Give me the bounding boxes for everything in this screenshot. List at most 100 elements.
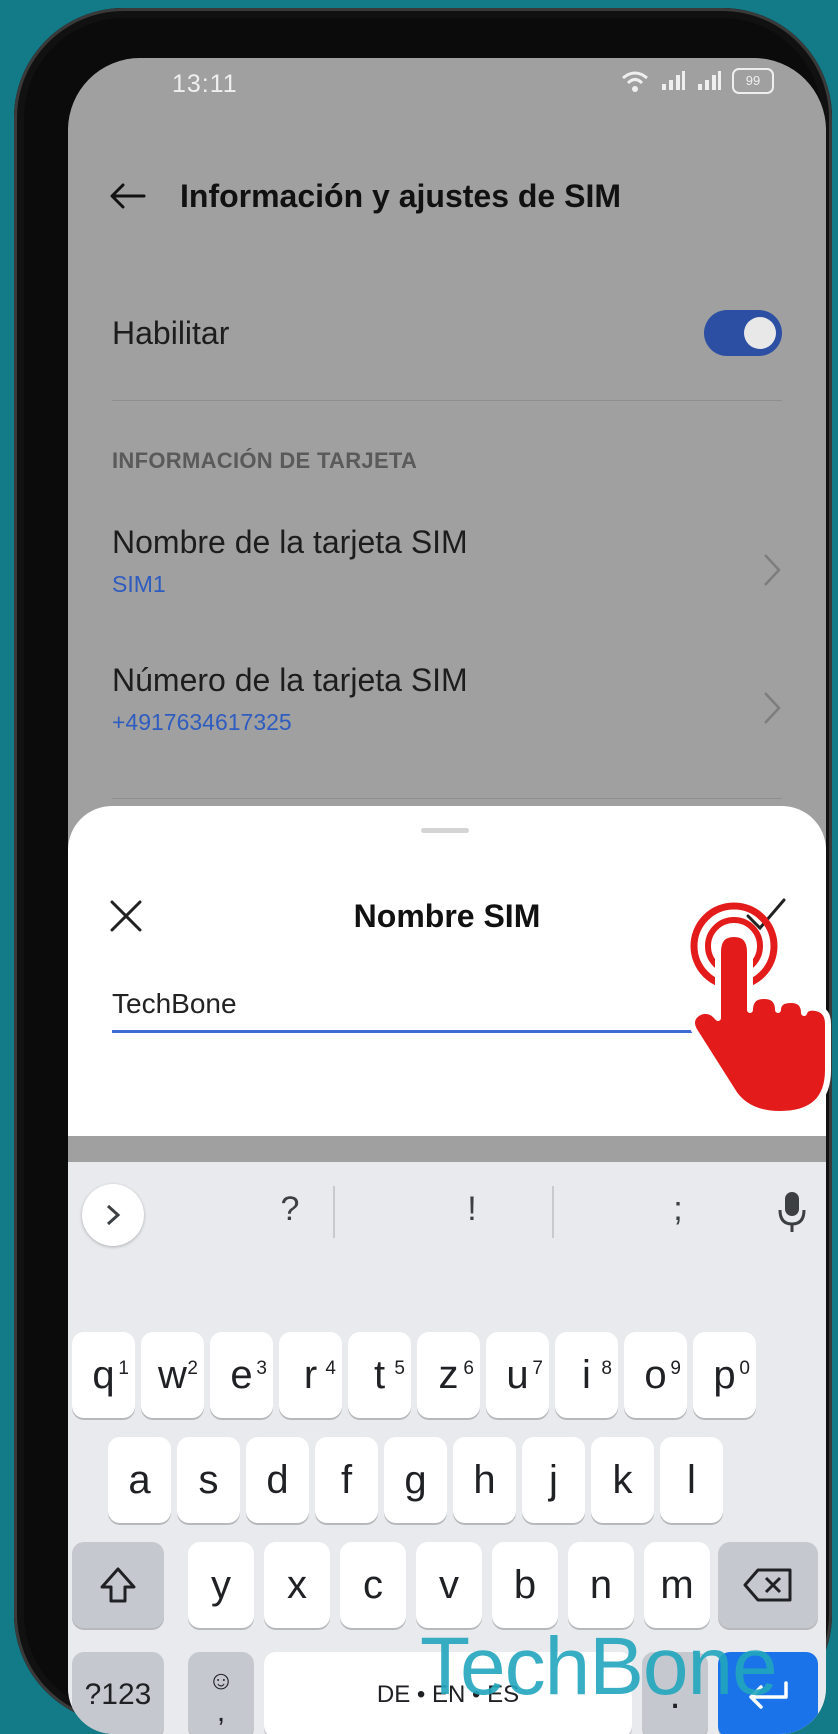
emoji-icon: ☺ xyxy=(207,1665,235,1695)
key-label: d xyxy=(266,1458,289,1502)
key-v[interactable]: v xyxy=(416,1542,482,1628)
key-label: x xyxy=(287,1563,307,1607)
key-hint: 5 xyxy=(394,1358,405,1379)
status-icons: 99 xyxy=(620,68,774,94)
suggestion-divider xyxy=(552,1186,554,1238)
key-y[interactable]: y xyxy=(188,1542,254,1628)
suggestion-bar: ? ! ; xyxy=(68,1162,826,1262)
key-label: g xyxy=(404,1458,427,1502)
suggestion-3[interactable]: ; xyxy=(648,1190,708,1229)
sim-number-value: +4917634617325 xyxy=(112,709,292,735)
key-hint: 8 xyxy=(601,1358,612,1379)
backspace-key[interactable] xyxy=(718,1542,818,1628)
key-d[interactable]: d xyxy=(246,1437,309,1523)
key-label: b xyxy=(513,1563,537,1607)
emoji-comma-key[interactable]: ☺ , xyxy=(188,1652,254,1734)
shift-icon xyxy=(100,1567,136,1603)
key-hint: 6 xyxy=(463,1358,474,1379)
key-g[interactable]: g xyxy=(384,1437,447,1523)
sim-name-value: SIM1 xyxy=(112,571,166,597)
key-label: e xyxy=(230,1353,253,1397)
key-label: n xyxy=(589,1563,613,1607)
key-label: w xyxy=(158,1353,187,1397)
microphone-icon[interactable] xyxy=(776,1190,808,1234)
key-label: v xyxy=(439,1563,459,1607)
key-b[interactable]: b xyxy=(492,1542,558,1628)
key-label: i xyxy=(582,1353,591,1397)
key-label: f xyxy=(340,1458,353,1502)
key-a[interactable]: a xyxy=(108,1437,171,1523)
sim-name-title: Nombre de la tarjeta SIM xyxy=(112,524,468,560)
chevron-right-icon xyxy=(764,554,781,586)
comma-label: , xyxy=(216,1695,226,1728)
sim-number-item[interactable]: Número de la tarjeta SIM +4917634617325 xyxy=(112,662,782,772)
key-label: u xyxy=(506,1353,529,1397)
key-l[interactable]: l xyxy=(660,1437,723,1523)
suggestion-1[interactable]: ? xyxy=(260,1190,320,1229)
key-o[interactable]: o9 xyxy=(624,1332,687,1418)
divider xyxy=(112,400,782,401)
key-u[interactable]: u7 xyxy=(486,1332,549,1418)
expand-button[interactable] xyxy=(82,1184,144,1246)
page-title: Información y ajustes de SIM xyxy=(180,177,621,214)
key-c[interactable]: c xyxy=(340,1542,406,1628)
key-n[interactable]: n xyxy=(568,1542,634,1628)
suggestion-divider xyxy=(333,1186,335,1238)
key-j[interactable]: j xyxy=(522,1437,585,1523)
key-label: y xyxy=(211,1563,231,1607)
key-hint: 0 xyxy=(739,1358,750,1379)
suggestion-2[interactable]: ! xyxy=(442,1190,502,1229)
key-s[interactable]: s xyxy=(177,1437,240,1523)
key-hint: 9 xyxy=(670,1358,681,1379)
key-k[interactable]: k xyxy=(591,1437,654,1523)
backspace-icon xyxy=(743,1568,792,1602)
key-q[interactable]: q1 xyxy=(72,1332,135,1418)
shift-key[interactable] xyxy=(72,1542,164,1628)
watermark: TechBone xyxy=(420,1621,778,1712)
key-i[interactable]: i8 xyxy=(555,1332,618,1418)
chevron-right-icon xyxy=(764,692,781,724)
key-label: a xyxy=(128,1458,151,1502)
key-label: o xyxy=(644,1353,667,1397)
key-label: c xyxy=(363,1563,383,1607)
key-r[interactable]: r4 xyxy=(279,1332,342,1418)
enable-toggle[interactable] xyxy=(704,310,782,356)
wifi-icon xyxy=(622,71,648,92)
sim-name-item[interactable]: Nombre de la tarjeta SIM SIM1 xyxy=(112,524,782,634)
key-x[interactable]: x xyxy=(264,1542,330,1628)
enable-label: Habilitar xyxy=(112,314,230,351)
enable-row[interactable]: Habilitar xyxy=(112,298,782,368)
key-label: k xyxy=(612,1458,633,1502)
key-t[interactable]: t5 xyxy=(348,1332,411,1418)
arrow-left-icon xyxy=(110,183,146,209)
key-label: t xyxy=(373,1353,386,1397)
back-button[interactable] xyxy=(108,176,148,216)
key-hint: 4 xyxy=(325,1358,336,1379)
key-hint: 3 xyxy=(256,1358,267,1379)
key-label: r xyxy=(303,1353,318,1397)
key-hint: 7 xyxy=(532,1358,543,1379)
sheet-handle[interactable] xyxy=(421,828,469,833)
key-hint: 1 xyxy=(118,1358,129,1379)
key-label: p xyxy=(713,1353,736,1397)
symbols-key[interactable]: ?123 xyxy=(72,1652,164,1734)
key-p[interactable]: p0 xyxy=(693,1332,756,1418)
key-hint: 2 xyxy=(187,1358,198,1379)
key-h[interactable]: h xyxy=(453,1437,516,1523)
status-bar: 13:11 99 xyxy=(68,58,826,138)
battery-icon: 99 xyxy=(732,68,774,94)
section-title: INFORMACIÓN DE TARJETA xyxy=(112,448,418,473)
key-label: h xyxy=(473,1458,496,1502)
status-time: 13:11 xyxy=(172,70,238,98)
sim-number-title: Número de la tarjeta SIM xyxy=(112,662,468,698)
key-f[interactable]: f xyxy=(315,1437,378,1523)
key-label: z xyxy=(438,1353,459,1397)
key-z[interactable]: z6 xyxy=(417,1332,480,1418)
key-w[interactable]: w2 xyxy=(141,1332,204,1418)
key-m[interactable]: m xyxy=(644,1542,710,1628)
signal-icon-2 xyxy=(698,71,721,90)
divider xyxy=(112,798,782,799)
sim-name-input[interactable]: TechBone xyxy=(112,978,726,1033)
key-e[interactable]: e3 xyxy=(210,1332,273,1418)
tap-hand-icon xyxy=(689,902,831,1117)
